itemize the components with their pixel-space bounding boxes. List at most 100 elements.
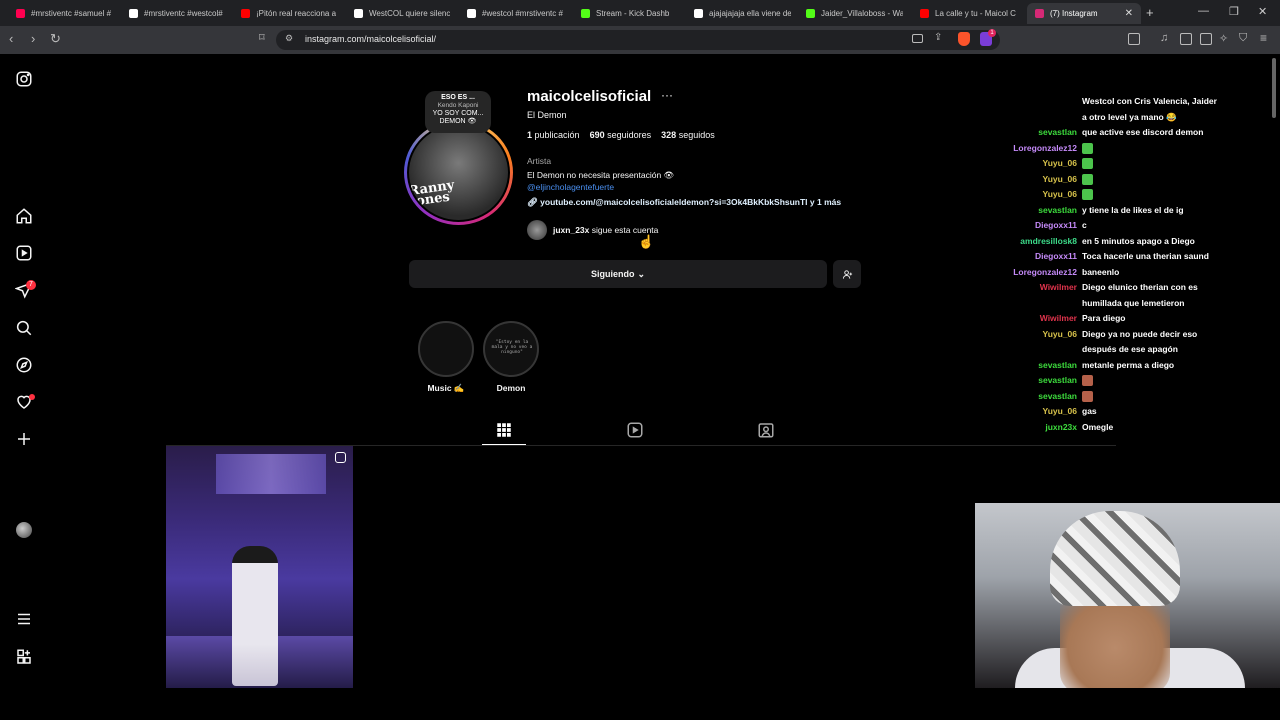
- chat-username[interactable]: Wiwilmer: [1040, 280, 1077, 296]
- reels-tab-icon[interactable]: [626, 421, 644, 439]
- menu-icon[interactable]: ≡: [1260, 31, 1267, 45]
- chevron-down-icon: ⌄: [637, 268, 646, 279]
- tab-label: ¡Pitón real reacciona a: [256, 9, 337, 18]
- create-plus-icon[interactable]: [15, 430, 33, 448]
- back-icon[interactable]: ‹: [9, 31, 13, 46]
- chat-emote-icon: [1082, 189, 1093, 200]
- chat-emote-icon: [1082, 158, 1093, 169]
- chat-username[interactable]: juxn23x: [1045, 420, 1077, 436]
- chat-username[interactable]: sevastlan: [1038, 203, 1077, 219]
- vpn-icon[interactable]: ⛉: [1239, 32, 1247, 45]
- search-icon[interactable]: [15, 319, 33, 337]
- followed-by-username: juxn_23x: [553, 225, 590, 235]
- browser-tab[interactable]: #westcol #mrstiventc #: [459, 3, 572, 24]
- browser-tab[interactable]: Jaider_Villaloboss - Wa: [798, 3, 911, 24]
- browser-tab[interactable]: Stream - Kick Dashb: [573, 3, 686, 24]
- chat-username[interactable]: sevastlan: [1038, 125, 1077, 141]
- active-tab-indicator: [482, 444, 526, 445]
- home-icon[interactable]: [15, 207, 33, 225]
- post-thumbnail[interactable]: [166, 446, 353, 688]
- chat-username[interactable]: sevastlan: [1038, 389, 1077, 405]
- chat-username[interactable]: Diegoxx11: [1035, 218, 1077, 234]
- posts-grid-tab-icon[interactable]: [495, 421, 513, 439]
- options-ellipsis-button[interactable]: ···: [661, 88, 673, 102]
- leo-icon[interactable]: ✧: [1219, 32, 1228, 45]
- sidebar-icon[interactable]: [1128, 33, 1140, 45]
- chat-username[interactable]: Yuyu_06: [1043, 327, 1078, 343]
- also-from-meta-icon[interactable]: [15, 648, 33, 666]
- browser-tab[interactable]: La calle y tu - Maicol C: [912, 3, 1025, 24]
- profile-note-bubble[interactable]: ESO ES ... Kendo Kaponi YO SOY COM... DE…: [425, 91, 491, 133]
- share-icon[interactable]: ⇪: [934, 32, 942, 43]
- tab-favicon-icon: [16, 9, 25, 18]
- followers-stat[interactable]: 690 seguidores: [590, 130, 652, 140]
- tab-favicon-icon: [354, 9, 363, 18]
- new-tab-button[interactable]: +: [1146, 5, 1154, 20]
- following-stat[interactable]: 328 seguidos: [661, 130, 715, 140]
- following-button[interactable]: Siguiendo ⌄: [409, 260, 827, 288]
- reader-icon[interactable]: [1180, 33, 1192, 45]
- bio-mention-link[interactable]: @eljincholagentefuerte: [527, 182, 614, 192]
- music-icon[interactable]: ♫: [1160, 32, 1168, 44]
- chat-text: que active ese discord demon: [1082, 127, 1204, 137]
- chat-username[interactable]: Yuyu_06: [1043, 172, 1078, 188]
- tagged-tab-icon[interactable]: [757, 421, 775, 439]
- cast-icon[interactable]: [912, 34, 923, 43]
- chat-emote-icon: [1082, 390, 1093, 402]
- brave-shield-icon[interactable]: [958, 32, 970, 46]
- chat-username[interactable]: Loregonzalez12: [1013, 141, 1077, 157]
- instagram-logo-icon[interactable]: [15, 70, 33, 88]
- close-tab-icon[interactable]: ✕: [1125, 8, 1133, 19]
- browser-tab[interactable]: #mrstiventc #samuel #: [8, 3, 121, 24]
- chat-username[interactable]: Diegoxx11: [1035, 249, 1077, 265]
- profile-username: maicolcelisoficial: [527, 88, 652, 105]
- wallet-icon[interactable]: [1200, 33, 1212, 45]
- chat-username[interactable]: Loregonzalez12: [1013, 265, 1077, 281]
- browser-tab[interactable]: (7) Instagram ✕: [1027, 3, 1141, 24]
- chat-username[interactable]: Yuyu_06: [1043, 404, 1078, 420]
- site-info-icon[interactable]: ⚙: [285, 33, 293, 44]
- chat-emote-icon: [1082, 375, 1093, 386]
- highlight-music[interactable]: Music ✍️: [418, 321, 474, 394]
- add-user-icon: [842, 269, 852, 279]
- page-scrollbar[interactable]: [1272, 58, 1278, 688]
- tab-favicon-icon: [694, 9, 703, 18]
- chat-username[interactable]: amdresillosk8: [1020, 234, 1077, 250]
- tab-favicon-icon: [241, 9, 250, 18]
- browser-tab[interactable]: #mrstiventc #westcol#: [121, 3, 234, 24]
- profile-bio: El Demon no necesita presentación 👁: [527, 170, 675, 180]
- profile-picture: Ranny Jones: [407, 123, 510, 222]
- chat-username[interactable]: sevastlan: [1038, 358, 1077, 374]
- explore-icon[interactable]: [15, 356, 33, 374]
- chat-username[interactable]: sevastlan: [1038, 373, 1077, 389]
- reels-icon[interactable]: [15, 244, 33, 262]
- tab-label: WestCOL quiere silenc: [369, 9, 451, 18]
- browser-tab[interactable]: ajajajajaja ella viene de: [686, 3, 799, 24]
- scrollbar-thumb[interactable]: [1272, 58, 1276, 118]
- browser-tab[interactable]: WestCOL quiere silenc: [346, 3, 459, 24]
- suggested-users-button[interactable]: [833, 260, 861, 288]
- profile-category: Artista: [527, 156, 552, 166]
- chat-username[interactable]: Yuyu_06: [1043, 156, 1078, 172]
- bookmark-icon[interactable]: ⌑: [259, 31, 265, 44]
- maximize-button[interactable]: ❐: [1229, 5, 1239, 18]
- minimize-button[interactable]: —: [1198, 5, 1209, 17]
- tab-label: #mrstiventc #samuel #: [31, 9, 112, 18]
- chat-username[interactable]: Yuyu_06: [1043, 187, 1078, 203]
- reload-icon[interactable]: ↻: [50, 31, 61, 47]
- tab-favicon-icon: [920, 9, 929, 18]
- post-image-ceiling: [216, 454, 326, 494]
- chat-username[interactable]: Wiwilmer: [1040, 311, 1077, 327]
- profile-picture-story-ring[interactable]: Ranny Jones: [404, 120, 513, 225]
- browser-tab[interactable]: ¡Pitón real reacciona a: [233, 3, 346, 24]
- bio-external-link[interactable]: 🔗︎ youtube.com/@maicolcelisoficialeldemo…: [527, 197, 841, 208]
- notifications-dot: [29, 394, 35, 400]
- chat-text: Omegle: [1082, 421, 1114, 432]
- highlight-demon[interactable]: "Estoy en la mala y no veo a ninguno" De…: [483, 321, 539, 393]
- close-window-button[interactable]: ✕: [1258, 5, 1267, 18]
- forward-icon[interactable]: ›: [31, 31, 35, 46]
- address-bar[interactable]: ⚙ instagram.com/maicolcelisoficial/ ⇪: [276, 30, 1000, 50]
- profile-avatar-icon[interactable]: [16, 522, 32, 538]
- profile-picture-text: Ranny Jones: [407, 177, 456, 211]
- more-menu-icon[interactable]: [15, 610, 33, 628]
